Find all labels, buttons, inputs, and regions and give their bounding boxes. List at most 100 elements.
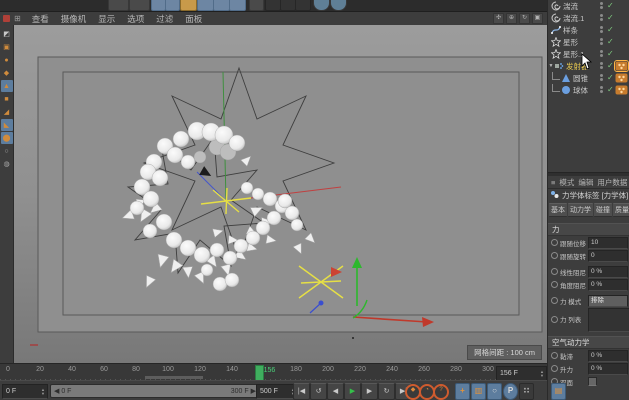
left-tool-icon[interactable]: ◢ bbox=[1, 106, 13, 118]
visibility-dots[interactable] bbox=[600, 2, 603, 9]
animation-dot-icon[interactable] bbox=[551, 316, 558, 323]
enabled-check-icon[interactable]: ✓ bbox=[607, 36, 614, 48]
object-row[interactable]: 球体✓ bbox=[548, 84, 629, 96]
attribute-section-tab[interactable]: 质量 bbox=[613, 203, 629, 217]
toolbar-icon[interactable] bbox=[197, 0, 214, 11]
left-tool-icon[interactable]: ◍ bbox=[1, 158, 13, 170]
object-row[interactable]: 样条✓ bbox=[548, 24, 629, 36]
layout-grid-icon[interactable]: ⊞ bbox=[14, 14, 21, 23]
enabled-check-icon[interactable]: ✓ bbox=[607, 48, 614, 60]
animation-dot-icon[interactable] bbox=[551, 281, 558, 288]
attribute-section-tab[interactable]: 基本 bbox=[549, 203, 567, 217]
current-frame-field[interactable]: 156 F▲▼ bbox=[496, 366, 547, 381]
toolbar-icon[interactable] bbox=[295, 0, 311, 11]
force-list-box[interactable] bbox=[588, 308, 629, 332]
field-value-input[interactable]: 0 % bbox=[588, 363, 628, 375]
keying-help-button[interactable]: ? bbox=[433, 384, 449, 400]
viewport-menu-item[interactable]: 选项 bbox=[121, 13, 150, 25]
timeline-window-button[interactable]: ▤ bbox=[551, 383, 566, 400]
toolbar-icon[interactable] bbox=[129, 0, 150, 11]
viewport-menu-item[interactable]: 面板 bbox=[179, 13, 208, 25]
spinner-arrows-icon[interactable]: ▲▼ bbox=[540, 370, 544, 378]
visibility-dots[interactable] bbox=[600, 26, 603, 33]
left-tool-icon[interactable]: ■ bbox=[1, 93, 13, 105]
object-row[interactable]: 星形✓ bbox=[548, 36, 629, 48]
field-dropdown[interactable]: 排除 bbox=[588, 295, 628, 307]
enabled-check-icon[interactable]: ✓ bbox=[607, 12, 614, 24]
goto-start-button[interactable]: |◀ bbox=[293, 383, 310, 400]
toolbar-icon[interactable] bbox=[229, 0, 246, 11]
animation-dot-icon[interactable] bbox=[551, 268, 558, 275]
next-frame-button[interactable]: ▶ bbox=[361, 383, 378, 400]
visibility-dots[interactable] bbox=[600, 50, 603, 57]
field-value-input[interactable]: 0 % bbox=[588, 279, 628, 291]
attribute-mode-tab[interactable]: 编辑 bbox=[578, 177, 593, 188]
enabled-check-icon[interactable]: ✓ bbox=[607, 24, 614, 36]
visibility-dots[interactable] bbox=[600, 38, 603, 45]
play-backwards-button[interactable]: ↺ bbox=[310, 383, 327, 400]
field-value-input[interactable]: 0 bbox=[588, 250, 628, 262]
visibility-dots[interactable] bbox=[600, 14, 603, 21]
toolbar-icon[interactable] bbox=[165, 0, 180, 11]
animation-dot-icon[interactable] bbox=[551, 365, 558, 372]
viewport-3d[interactable]: 网格间距 : 100 cm bbox=[14, 25, 547, 363]
play-forwards-button[interactable]: ▶ bbox=[344, 383, 361, 400]
left-tool-icon[interactable]: ▣ bbox=[1, 41, 13, 53]
start-frame-field[interactable]: 0 F▲▼ bbox=[2, 384, 48, 399]
scene-canvas[interactable] bbox=[14, 25, 547, 363]
field-value-input[interactable]: 0 % bbox=[588, 266, 628, 278]
zoom-icon[interactable]: ⊕ bbox=[506, 13, 517, 24]
toolbar-icon[interactable] bbox=[249, 0, 264, 11]
animation-dot-icon[interactable] bbox=[551, 239, 558, 246]
rotate-icon[interactable]: ↻ bbox=[519, 13, 530, 24]
object-row[interactable]: 圆锥✓ bbox=[548, 72, 629, 84]
frame-range-slider[interactable]: ◀ 0 F300 F ▶ bbox=[50, 384, 260, 398]
key-parameter-toggle[interactable]: ▥ bbox=[471, 383, 486, 400]
attribute-mode-tab[interactable]: 用户数据 bbox=[597, 177, 627, 188]
maximize-view-icon[interactable]: ▣ bbox=[532, 13, 543, 24]
visibility-dots[interactable] bbox=[600, 74, 603, 81]
attribute-section-tab[interactable]: 动力学 bbox=[568, 203, 593, 217]
toolbar-icon[interactable] bbox=[265, 0, 281, 11]
toolbar-icon[interactable] bbox=[151, 0, 166, 11]
keying-settings-button[interactable]: ∷ bbox=[519, 383, 534, 400]
enabled-check-icon[interactable]: ✓ bbox=[607, 60, 614, 72]
viewport-menu-item[interactable]: 过滤 bbox=[150, 13, 179, 25]
toolbar-icon[interactable] bbox=[313, 0, 330, 11]
animation-dot-icon[interactable] bbox=[551, 252, 558, 259]
enabled-check-icon[interactable]: ✓ bbox=[607, 72, 614, 84]
animation-dot-icon[interactable] bbox=[551, 297, 558, 304]
key-pla-toggle[interactable]: ○ bbox=[487, 383, 502, 400]
toolbar-icon[interactable] bbox=[280, 0, 296, 11]
animation-dot-icon[interactable] bbox=[551, 352, 558, 359]
field-checkbox[interactable] bbox=[588, 377, 597, 386]
toolbar-icon[interactable] bbox=[330, 0, 347, 11]
left-tool-icon[interactable]: ● bbox=[1, 54, 13, 66]
left-tool-icon[interactable]: ▲ bbox=[1, 80, 13, 92]
visibility-dots[interactable] bbox=[600, 86, 603, 93]
previous-frame-button[interactable]: ◀ bbox=[327, 383, 344, 400]
play-loop-button[interactable]: ↻ bbox=[378, 383, 395, 400]
object-row[interactable]: 湍流.1✓ bbox=[548, 12, 629, 24]
field-value-input[interactable]: 10 bbox=[588, 237, 628, 249]
preview-range-bar[interactable] bbox=[145, 376, 203, 379]
toolbar-icon[interactable] bbox=[180, 0, 197, 11]
dynamics-body-tag-icon[interactable] bbox=[615, 73, 628, 83]
pan-icon[interactable]: ✣ bbox=[493, 13, 504, 24]
left-tool-icon[interactable]: ◩ bbox=[1, 28, 13, 40]
left-tool-icon[interactable]: ○ bbox=[1, 145, 13, 157]
viewport-menu-item[interactable]: 显示 bbox=[92, 13, 121, 25]
dynamics-body-tag-icon[interactable] bbox=[615, 85, 628, 95]
enabled-check-icon[interactable]: ✓ bbox=[607, 84, 614, 96]
toolbar-icon[interactable] bbox=[108, 0, 129, 11]
attribute-mode-tab[interactable]: 模式 bbox=[559, 177, 574, 188]
enabled-check-icon[interactable]: ✓ bbox=[607, 0, 614, 12]
dynamics-body-tag-icon[interactable] bbox=[615, 61, 628, 71]
toolbar-icon[interactable] bbox=[213, 0, 230, 11]
timeline-ruler[interactable]: 0204060801001201401802002202402602803001… bbox=[0, 363, 547, 381]
viewport-menu-item[interactable]: 摄像机 bbox=[55, 13, 93, 25]
viewport-menu-item[interactable]: 查看 bbox=[26, 13, 55, 25]
key-position-toggle[interactable]: + bbox=[455, 383, 470, 400]
left-tool-icon[interactable]: ◆ bbox=[1, 67, 13, 79]
attribute-section-tab[interactable]: 碰撞 bbox=[594, 203, 612, 217]
